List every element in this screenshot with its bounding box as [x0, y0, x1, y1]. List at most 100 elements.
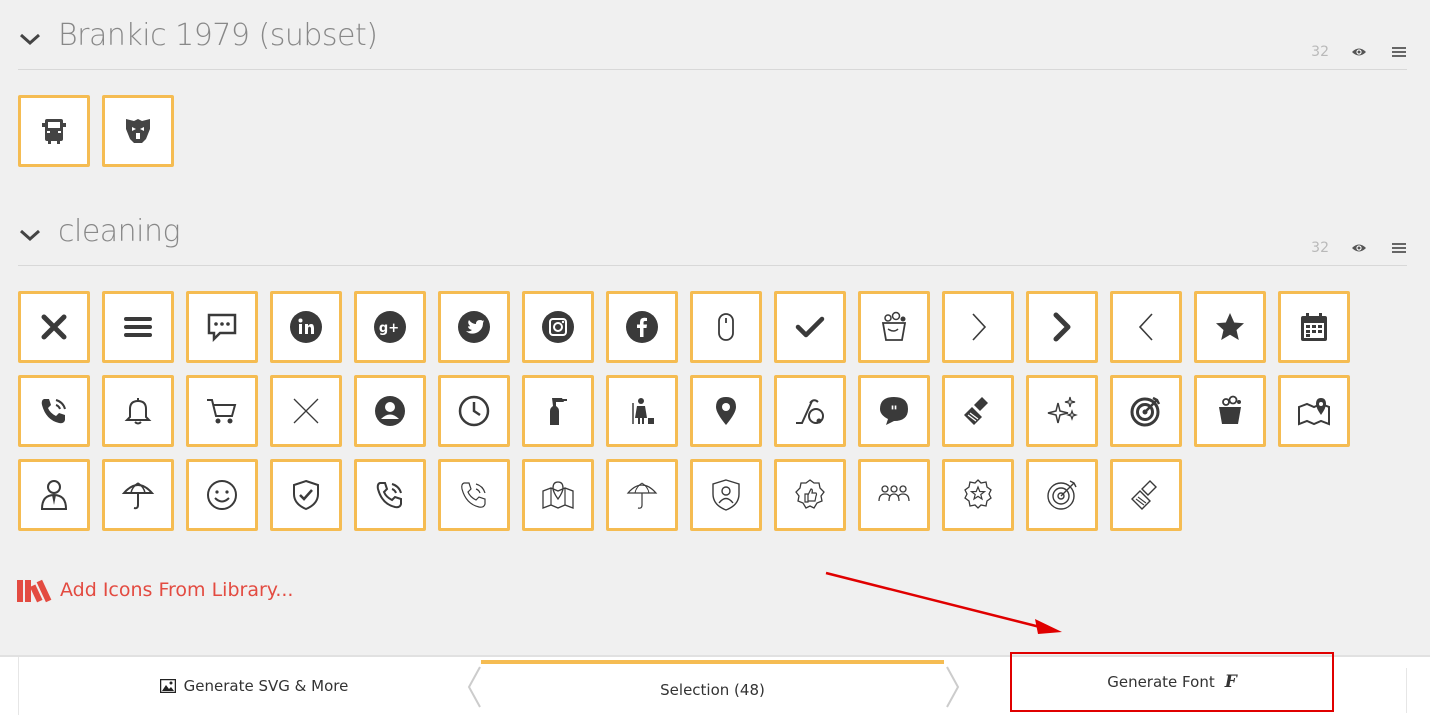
icon-tile-brush[interactable] [942, 375, 1014, 447]
icon-tile-close-thin[interactable] [270, 375, 342, 447]
facebook-icon [626, 311, 658, 343]
shield-check-icon [293, 479, 319, 511]
set-size: 32 [1311, 240, 1329, 256]
icon-tile-target-thin[interactable] [1026, 459, 1098, 531]
icon-tile-sparkles[interactable] [1026, 375, 1098, 447]
icon-tile-check[interactable] [774, 291, 846, 363]
icon-tile-close-x[interactable] [18, 291, 90, 363]
icon-tile-linkedin[interactable] [270, 291, 342, 363]
icon-tile-umbrella-thin[interactable] [606, 459, 678, 531]
icon-tile-shield-check[interactable] [270, 459, 342, 531]
svg-text:g+: g+ [379, 321, 399, 336]
sparkles-icon [1047, 396, 1078, 424]
icon-tile-menu[interactable] [102, 291, 174, 363]
mouse-icon [718, 313, 734, 341]
spray-bottle-icon [550, 398, 567, 425]
set-header: cleaning 32 [18, 196, 1407, 266]
icon-tile-transformers[interactable] [102, 95, 174, 167]
icon-tile-phone-ringing[interactable] [18, 375, 90, 447]
icon-tile-vacuum[interactable] [774, 375, 846, 447]
icon-tile-wash-bucket[interactable] [1194, 375, 1266, 447]
bracket-left-icon [467, 666, 481, 708]
icon-tile-map-outline[interactable] [522, 459, 594, 531]
icon-tile-map-location[interactable] [1278, 375, 1350, 447]
icon-tile-mouse[interactable] [690, 291, 762, 363]
umbrella-thin-icon [626, 482, 658, 509]
icon-tile-worker[interactable] [18, 459, 90, 531]
eye-icon[interactable] [1351, 44, 1367, 60]
icon-tile-spray-bottle[interactable] [522, 375, 594, 447]
icon-tile-cart[interactable] [186, 375, 258, 447]
menu-lines-icon[interactable] [1391, 44, 1407, 60]
phone-thin-icon [461, 482, 486, 508]
shield-user-icon [712, 479, 740, 511]
badge-star-icon [964, 479, 992, 509]
generate-font-button[interactable]: Generate Font F [1010, 652, 1334, 712]
icon-tile-brush-outline[interactable] [1110, 459, 1182, 531]
transformers-icon [126, 119, 150, 143]
selection-tab[interactable]: Selection (48) [481, 660, 944, 715]
add-library-label: Add Icons From Library... [60, 579, 294, 601]
quote-bubble-icon: " [880, 397, 908, 425]
icon-tile-chat[interactable] [186, 291, 258, 363]
generate-svg-button[interactable]: Generate SVG & More [18, 657, 489, 715]
icon-tile-bucket[interactable] [858, 291, 930, 363]
chevron-right-bold-icon [1053, 312, 1071, 342]
icon-tile-target[interactable] [1110, 375, 1182, 447]
bucket-icon [881, 311, 907, 341]
icon-tile-clock[interactable] [438, 375, 510, 447]
calendar-icon [1301, 313, 1327, 341]
icon-tile-google-plus[interactable]: g+ [354, 291, 426, 363]
icon-tile-cleaning-lady[interactable] [606, 375, 678, 447]
icon-tile-chevron-left-thin[interactable] [1110, 291, 1182, 363]
icon-tile-bell[interactable] [102, 375, 174, 447]
icon-row [18, 459, 1407, 531]
icon-tile-umbrella[interactable] [102, 459, 174, 531]
badge-thumb-icon [795, 479, 825, 509]
icon-tile-smile[interactable] [186, 459, 258, 531]
icon-tile-chevron-right-bold[interactable] [1026, 291, 1098, 363]
add-icons-from-library-link[interactable]: Add Icons From Library... [16, 577, 293, 603]
icon-tile-truck[interactable] [18, 95, 90, 167]
phone-ringing-icon [41, 399, 66, 424]
menu-lines-icon[interactable] [1391, 240, 1407, 256]
smile-icon [207, 480, 237, 510]
icon-tile-twitter[interactable] [438, 291, 510, 363]
icon-set-brankic: Brankic 1979 (subset) 32 [18, 0, 1407, 179]
icon-tile-phone-outline[interactable] [354, 459, 426, 531]
instagram-icon [542, 311, 574, 343]
icon-tile-chevron-right-thin[interactable] [942, 291, 1014, 363]
chevron-left-thin-icon [1138, 313, 1153, 341]
icon-tile-map-pin[interactable] [690, 375, 762, 447]
generate-svg-label: Generate SVG & More [183, 677, 349, 695]
divider [1406, 668, 1407, 713]
icon-tile-user-circle[interactable] [354, 375, 426, 447]
worker-icon [40, 480, 68, 510]
icon-tile-quote-bubble[interactable]: " [858, 375, 930, 447]
icon-tile-facebook[interactable] [606, 291, 678, 363]
set-tools: 32 [1311, 240, 1407, 256]
bracket-right-icon [946, 666, 960, 708]
generate-font-label: Generate Font [1107, 673, 1215, 691]
icon-tile-team[interactable] [858, 459, 930, 531]
icon-tile-shield-user[interactable] [690, 459, 762, 531]
icon-tile-phone-thin[interactable] [438, 459, 510, 531]
google-plus-icon: g+ [374, 311, 406, 343]
chevron-down-icon[interactable] [18, 224, 42, 248]
clock-icon [458, 395, 490, 427]
icon-tile-badge-star[interactable] [942, 459, 1014, 531]
icon-row [18, 95, 1407, 167]
chevron-down-icon[interactable] [18, 28, 42, 52]
svg-text:": " [890, 404, 897, 420]
star-icon [1216, 313, 1244, 340]
cleaning-lady-icon [632, 398, 654, 424]
icon-tile-instagram[interactable] [522, 291, 594, 363]
close-thin-icon [293, 398, 319, 424]
icon-tile-calendar[interactable] [1278, 291, 1350, 363]
brush-icon [964, 397, 988, 425]
team-icon [878, 485, 910, 502]
eye-icon[interactable] [1351, 240, 1367, 256]
icon-tile-badge-thumb[interactable] [774, 459, 846, 531]
map-outline-icon [542, 481, 574, 509]
icon-tile-star[interactable] [1194, 291, 1266, 363]
